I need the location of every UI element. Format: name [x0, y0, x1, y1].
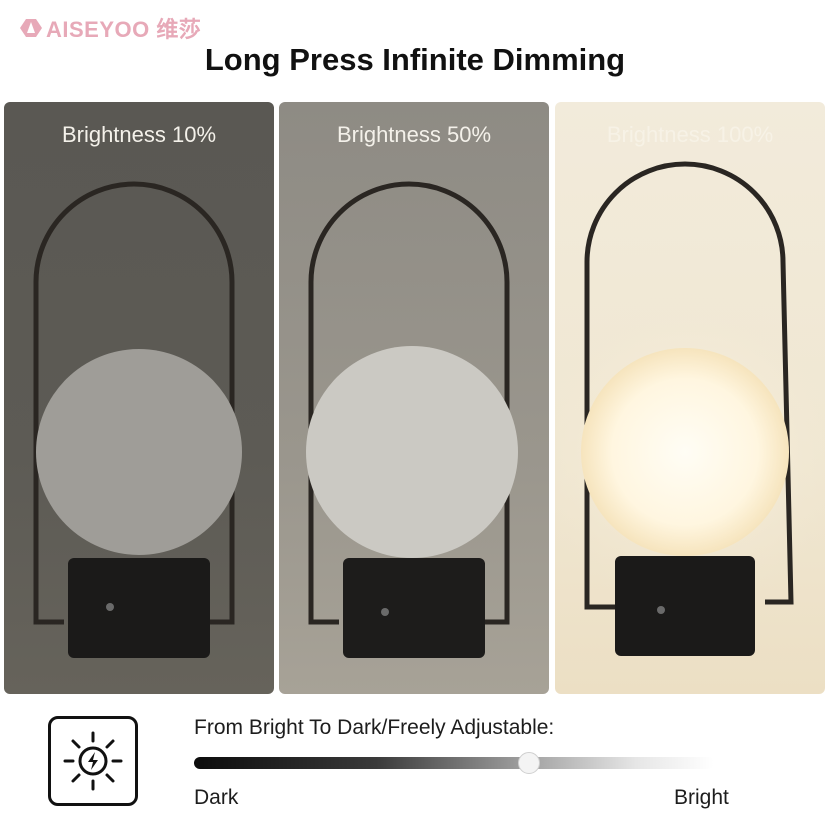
brightness-label: Brightness 50%	[336, 122, 492, 147]
brand-logo: AISEYOO 维莎	[20, 14, 201, 42]
touch-dimmer-sun-icon	[63, 731, 123, 791]
logo-text: AISEYOO 维莎	[46, 17, 202, 42]
dimmer-caption: From Bright To Dark/Freely Adjustable:	[194, 716, 555, 739]
brightness-label: Brightness 10%	[61, 122, 217, 147]
brightness-label: Brightness 100%	[606, 122, 774, 147]
brightness-slider-thumb	[518, 752, 541, 774]
brightness-slider-track	[194, 757, 714, 769]
slider-label-dark: Dark	[194, 786, 239, 809]
brightness-panel-100: Brightness 100%	[555, 102, 825, 694]
slider-label-bright: Bright	[674, 786, 729, 809]
lamp-image	[555, 161, 825, 656]
lamp-image	[33, 181, 242, 658]
brightness-panel-10: Brightness 10%	[4, 102, 274, 694]
logo-mark-icon	[20, 19, 42, 37]
touch-dimmer-icon-box	[48, 716, 138, 806]
brightness-panel-50: Brightness 50%	[279, 102, 549, 694]
dimmer-section: From Bright To Dark/Freely Adjustable: D…	[0, 700, 830, 826]
page-title: Long Press Infinite Dimming	[204, 42, 626, 77]
lamp-image	[306, 181, 518, 658]
